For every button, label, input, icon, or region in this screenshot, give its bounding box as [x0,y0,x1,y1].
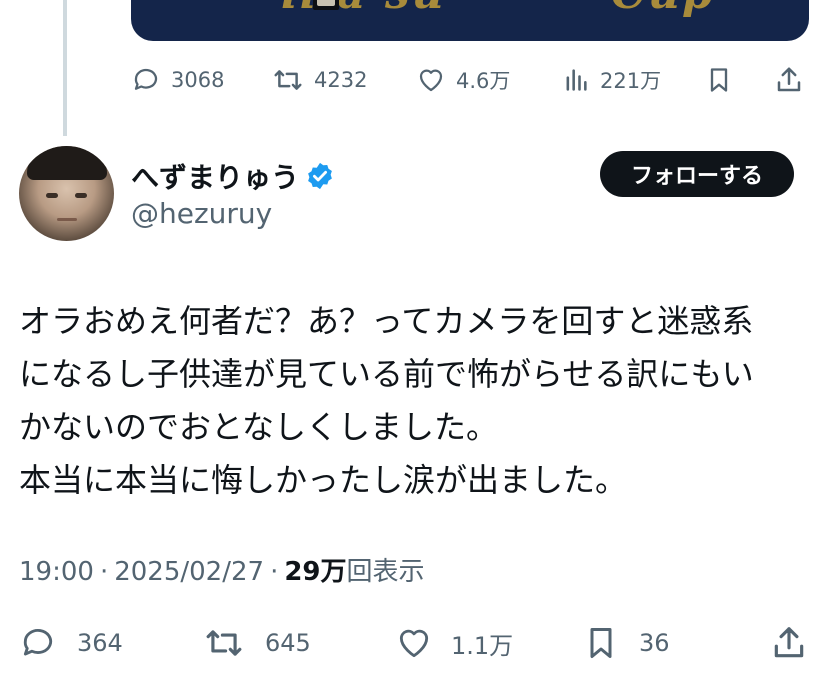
verified-badge-icon [308,162,332,190]
tweet-action-bar: 364 645 1.1万 36 [0,617,828,667]
views-label: 回表示 [346,557,425,587]
avatar[interactable] [19,146,114,241]
reply-button[interactable]: 364 [19,624,123,662]
bookmark-button[interactable]: 36 [583,624,670,662]
avatar-eye-left [46,193,58,198]
media-gold-text-2: Cup [611,0,715,19]
tweet-time[interactable]: 19:00 [19,557,94,587]
tweet-date[interactable]: 2025/02/27 [114,557,264,587]
tweet-body-line: オラおめえ何者だ？あ？ってカメラを回すと迷惑系 [19,302,754,340]
share-icon [774,627,804,658]
separator-dot: · [99,557,109,587]
like-count: 1.1万 [451,631,514,660]
avatar-eye-right [75,193,87,198]
share-button[interactable] [774,65,804,95]
tweet-meta: 19:00 · 2025/02/27 · 29万 回表示 [19,551,425,588]
media-strap [313,0,339,10]
like-button[interactable]: 4.6万 [416,65,510,95]
tweet-body: オラおめえ何者だ？あ？ってカメラを回すと迷惑系 になるし子供達が見ている前で怖が… [19,295,809,507]
reply-button[interactable]: 3068 [131,65,224,95]
repost-count: 645 [265,629,311,657]
avatar-mouth [57,218,77,221]
share-icon [777,67,801,92]
heart-icon [399,629,429,658]
reply-count: 364 [77,629,123,657]
repost-icon [206,630,242,656]
tweet-body-line: になるし子供達が見ている前で怖がらせる訳にもい [19,355,754,393]
tweet-body-line: かないのでおとなしくしました。 [19,408,499,446]
repost-button[interactable]: 645 [203,624,311,662]
separator-dot: · [270,557,279,587]
like-button[interactable]: 1.1万 [395,624,513,662]
share-button[interactable] [770,624,808,662]
views-count: 221万 [600,69,662,93]
analytics-icon [566,69,587,91]
like-count: 4.6万 [456,69,511,93]
display-name-row[interactable]: へずまりゅう [131,156,335,196]
reply-icon [134,68,158,90]
previous-tweet-media[interactable]: ilia su Cup [131,0,809,41]
reply-count: 3068 [171,68,225,92]
previous-tweet-action-bar: 3068 4232 4.6万 221万 [0,57,828,101]
reply-icon [23,628,53,656]
repost-button[interactable]: 4232 [272,65,367,95]
heart-icon [419,69,443,92]
views-button[interactable]: 221万 [562,65,661,95]
follow-button[interactable]: フォローする [600,151,794,197]
repost-count: 4232 [314,68,368,92]
bookmark-button[interactable] [705,65,733,95]
avatar-hair [27,146,107,180]
user-handle[interactable]: @hezuruy [131,197,272,230]
repost-icon [274,70,302,90]
tweet-body-line: 本当に本当に悔しかったし涙が出ました。 [19,461,628,499]
media-gold-text: ilia su [281,0,446,19]
bookmark-icon [710,68,728,92]
bookmark-icon [590,628,612,658]
display-name: へずまりゅう [131,161,300,194]
views-count: 29万 [284,557,347,587]
bookmark-count: 36 [639,629,670,657]
